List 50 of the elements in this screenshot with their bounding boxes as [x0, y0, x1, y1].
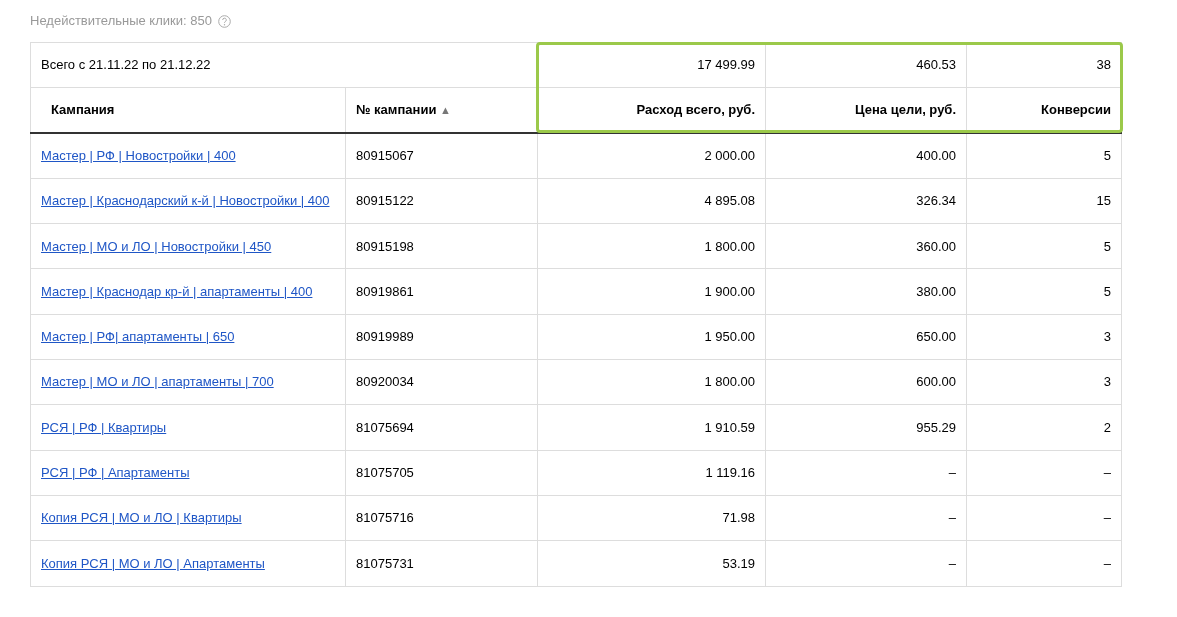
column-header[interactable]: Расход всего, руб.: [537, 87, 766, 134]
table-cell: –: [966, 540, 1122, 587]
invalid-clicks-text: Недействительные клики: 850: [30, 12, 212, 31]
table-cell: 5: [966, 223, 1122, 269]
table-cell: –: [765, 540, 967, 587]
table-cell: 81075694: [345, 404, 538, 451]
table-cell: 80919989: [345, 314, 538, 360]
table-cell: 15: [966, 178, 1122, 224]
table-cell: 5: [966, 133, 1122, 179]
table-cell: 1 119.16: [537, 450, 766, 496]
table-cell: 4 895.08: [537, 178, 766, 224]
total-label: Всего с 21.11.22 по 21.12.22: [30, 42, 538, 88]
table-cell: 2 000.00: [537, 133, 766, 179]
campaign-link[interactable]: РСЯ | РФ | Квартиры: [41, 419, 167, 435]
table-cell: 1 800.00: [537, 359, 766, 405]
table-cell: 326.34: [765, 178, 967, 224]
table-cell: 71.98: [537, 495, 766, 541]
column-header[interactable]: Цена цели, руб.: [765, 87, 967, 134]
table-cell: 400.00: [765, 133, 967, 179]
table-cell: 955.29: [765, 404, 967, 451]
table-cell: 81075705: [345, 450, 538, 496]
table-cell: 80919861: [345, 269, 538, 315]
table-cell: 53.19: [537, 540, 766, 587]
table-cell: 80915067: [345, 133, 538, 179]
campaign-link[interactable]: РСЯ | РФ | Апартаменты: [41, 465, 190, 481]
table-cell: 380.00: [765, 269, 967, 315]
table-cell: 1 800.00: [537, 223, 766, 269]
table-cell: 1 910.59: [537, 404, 766, 451]
table-cell: 81075716: [345, 495, 538, 541]
total-value: 460.53: [765, 42, 967, 88]
table-cell: 3: [966, 359, 1122, 405]
table-cell: 360.00: [765, 223, 967, 269]
table-cell: 1 950.00: [537, 314, 766, 360]
table-cell: –: [966, 450, 1122, 496]
table-cell: –: [765, 495, 967, 541]
table-cell: –: [765, 450, 967, 496]
table-cell: 1 900.00: [537, 269, 766, 315]
table-cell: 5: [966, 269, 1122, 315]
table-cell: –: [966, 495, 1122, 541]
table-cell: 81075731: [345, 540, 538, 587]
help-icon[interactable]: [217, 14, 231, 28]
table-cell: 80920034: [345, 359, 538, 405]
column-header[interactable]: Кампания: [30, 87, 346, 134]
table-cell: 650.00: [765, 314, 967, 360]
table-cell: 80915198: [345, 223, 538, 269]
table-cell: 600.00: [765, 359, 967, 405]
table-cell: 2: [966, 404, 1122, 451]
table-cell: 3: [966, 314, 1122, 360]
total-value: 17 499.99: [537, 42, 766, 88]
table-cell: 80915122: [345, 178, 538, 224]
